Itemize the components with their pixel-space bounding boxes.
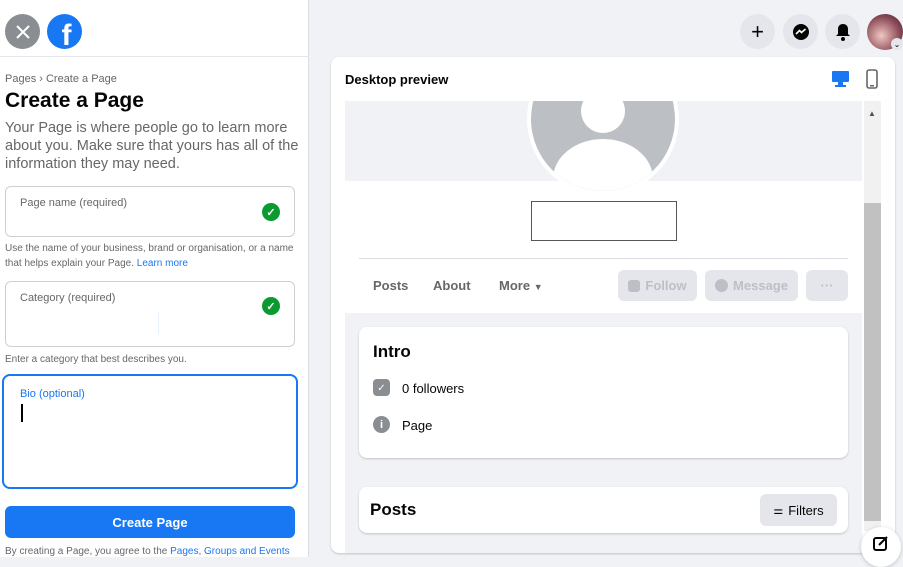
follow-icon xyxy=(628,279,641,292)
messenger-button[interactable] xyxy=(783,14,818,49)
check-icon: ✓ xyxy=(262,297,280,315)
tab-about[interactable]: About xyxy=(433,278,471,293)
page-name-help: Use the name of your business, brand or … xyxy=(5,241,295,271)
new-message-button[interactable] xyxy=(861,527,901,567)
preview-title: Desktop preview xyxy=(345,72,449,87)
category-help: Enter a category that best describes you… xyxy=(5,354,187,365)
category-label: Category (required) xyxy=(20,292,116,304)
tab-more[interactable]: More ▼ xyxy=(499,278,543,293)
page-name-label: Page name (required) xyxy=(20,197,128,209)
create-page-button[interactable]: Create Page xyxy=(5,506,295,538)
category-field[interactable]: Category (required) ✓ xyxy=(5,281,295,347)
tab-more-label: More xyxy=(499,278,531,293)
messenger-icon xyxy=(715,279,729,292)
check-icon: ✓ xyxy=(262,203,280,221)
filters-label: Filters xyxy=(788,502,824,518)
terms-link[interactable]: Pages, Groups and Events xyxy=(170,546,290,557)
info-icon: i xyxy=(373,416,390,433)
divider xyxy=(0,56,309,57)
facebook-f-icon: f xyxy=(61,18,72,50)
message-label: Message xyxy=(733,278,788,293)
messenger-icon xyxy=(792,23,809,40)
posts-card: Posts ⚌ Filters xyxy=(359,487,848,533)
text-cursor xyxy=(21,404,23,422)
breadcrumb: Pages › Create a Page xyxy=(5,73,117,85)
bell-icon xyxy=(835,23,850,41)
sliders-icon: ⚌ xyxy=(773,504,784,517)
close-icon xyxy=(15,24,30,39)
scroll-up-icon[interactable]: ▲ xyxy=(868,109,876,118)
page-title: Create a Page xyxy=(5,89,144,112)
mobile-preview-icon[interactable] xyxy=(866,69,878,89)
posts-title: Posts xyxy=(370,500,417,519)
preview-scrollbar[interactable]: ▲ xyxy=(864,101,881,531)
caret-down-icon: ▼ xyxy=(533,282,543,292)
intro-title: Intro xyxy=(373,342,411,361)
filters-button[interactable]: ⚌ Filters xyxy=(760,494,837,526)
followers-icon: ✓ xyxy=(373,379,390,396)
compose-icon xyxy=(873,536,888,551)
page-name-field[interactable]: Page name (required) ✓ xyxy=(5,186,295,237)
category-input-divider xyxy=(158,312,159,334)
followers-count: 0 followers xyxy=(402,381,465,396)
create-page-panel: f Pages › Create a Page Create a Page Yo… xyxy=(0,0,309,557)
tab-posts[interactable]: Posts xyxy=(373,278,408,293)
create-button[interactable]: + xyxy=(740,14,775,49)
terms-prefix: By creating a Page, you agree to the xyxy=(5,546,171,557)
plus-icon: + xyxy=(751,18,764,44)
notifications-button[interactable] xyxy=(825,14,860,49)
facebook-logo[interactable]: f xyxy=(47,14,82,49)
divider xyxy=(359,258,848,259)
message-button[interactable]: Message xyxy=(705,270,798,301)
intro-card: Intro ✓ 0 followers i Page xyxy=(359,327,848,458)
account-chevron-icon[interactable]: ⌄ xyxy=(891,38,903,50)
follow-label: Follow xyxy=(645,278,687,293)
page-description: Your Page is where people go to learn mo… xyxy=(5,120,299,172)
bio-field[interactable]: Bio (optional) xyxy=(2,374,298,489)
scrollbar-thumb[interactable] xyxy=(864,203,881,521)
page-category: Page xyxy=(402,418,433,433)
close-button[interactable] xyxy=(5,14,40,49)
default-avatar-icon xyxy=(531,101,675,191)
page-name-placeholder xyxy=(531,201,677,241)
desktop-preview-icon[interactable] xyxy=(831,70,850,87)
page-preview: Posts About More ▼ Follow Message ··· In… xyxy=(345,101,862,553)
bio-label: Bio (optional) xyxy=(20,388,85,400)
learn-more-link[interactable]: Learn more xyxy=(137,258,188,269)
more-options-button[interactable]: ··· xyxy=(806,270,848,301)
follow-button[interactable]: Follow xyxy=(618,270,697,301)
